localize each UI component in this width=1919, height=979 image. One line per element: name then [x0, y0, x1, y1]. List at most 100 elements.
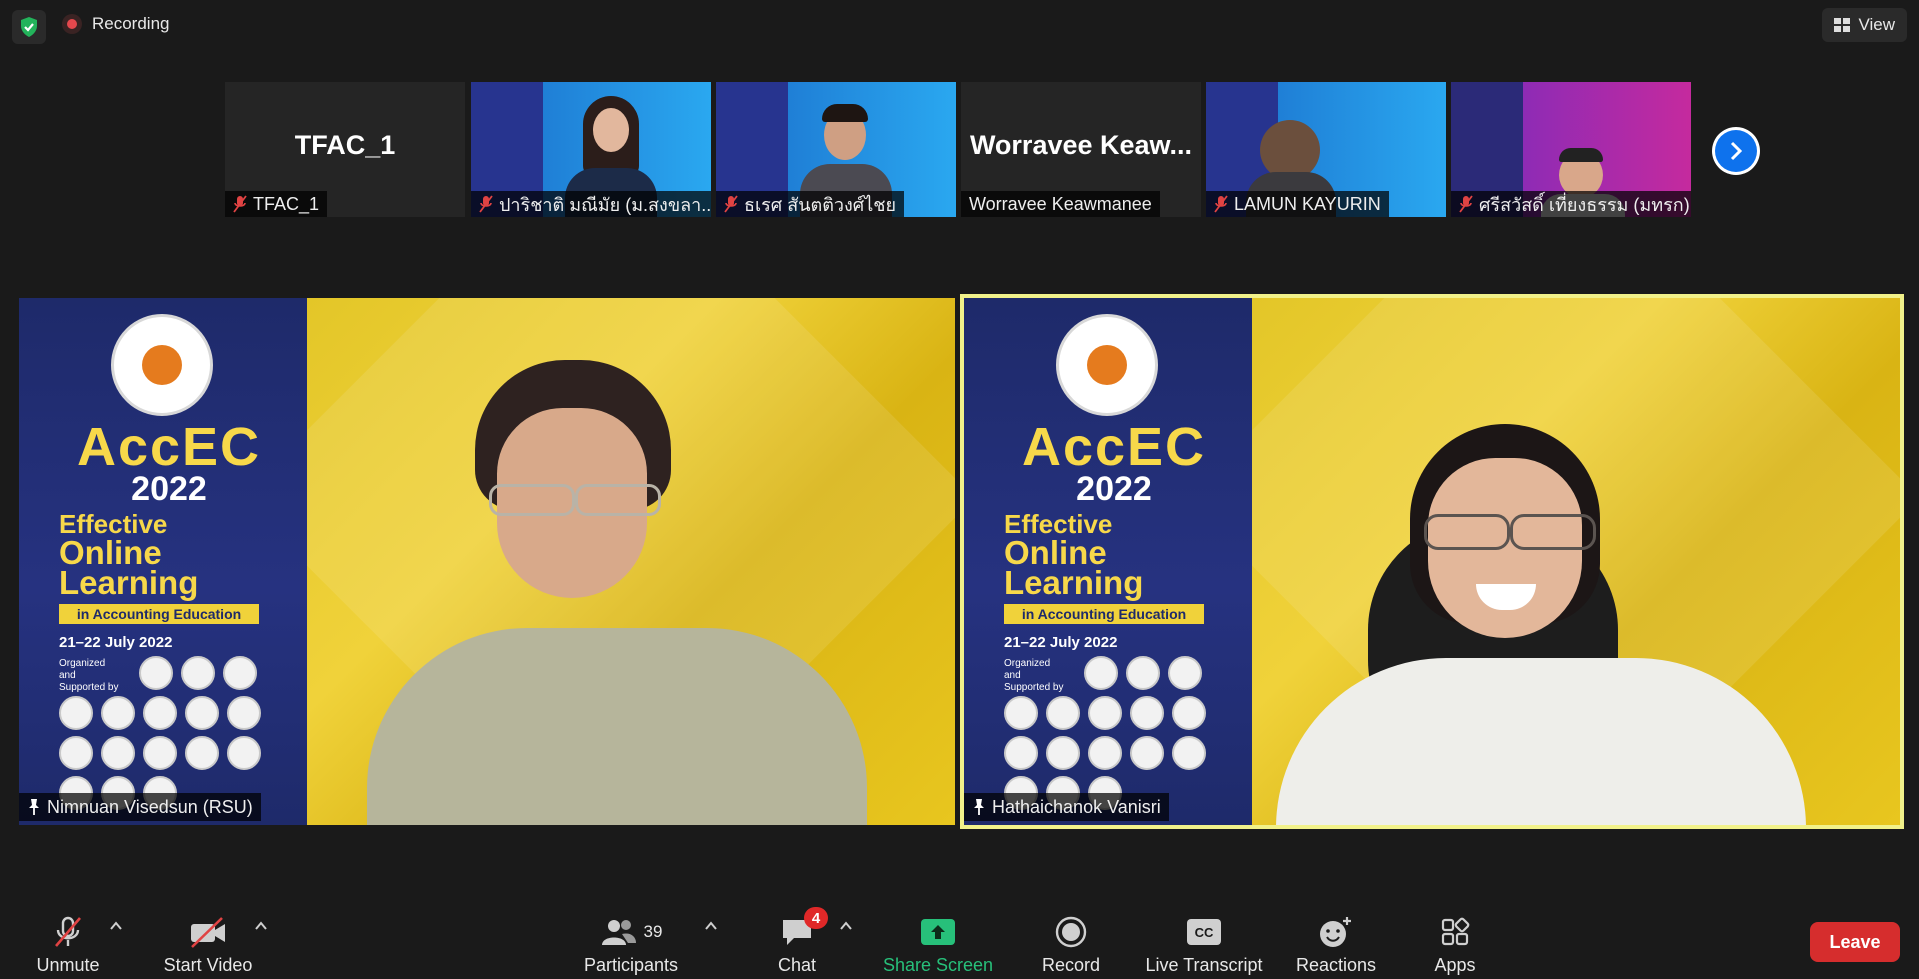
event-poster: AccEC 2022 Effective Online Learning in …: [964, 298, 1252, 825]
participant-face: [593, 108, 629, 152]
record-label: Record: [1041, 955, 1101, 975]
chat-unread-badge: 4: [804, 907, 828, 929]
video-tile-active-speaker[interactable]: AccEC 2022 Effective Online Learning in …: [960, 294, 1904, 829]
poster-year: 2022: [131, 470, 207, 508]
share-screen-label: Share Screen: [882, 955, 994, 975]
speaker-glasses: [1424, 514, 1510, 550]
poster-date: 21–22 July 2022: [1004, 634, 1118, 651]
event-poster: AccEC 2022 Effective Online Learning in …: [19, 298, 307, 825]
closed-caption-icon: CC: [1187, 919, 1221, 945]
apps-button[interactable]: Apps: [1432, 915, 1478, 976]
speaker-name-bar: Nimnuan Visedsun (RSU): [19, 793, 261, 821]
participant-name: ธเรศ สันตติวงศ์ไชย: [744, 194, 897, 215]
video-off-icon: [191, 917, 225, 948]
speaker-glasses: [1510, 514, 1596, 550]
participant-thumbnail[interactable]: ศรีสวัสดิ์ เที่ยงธรรม (มทรก): [1451, 82, 1691, 217]
view-label: View: [1858, 15, 1895, 34]
university-logo-icon: [1056, 314, 1158, 416]
chevron-right-icon: [1730, 141, 1743, 161]
start-video-label: Start Video: [163, 955, 253, 975]
mic-muted-icon: [55, 916, 81, 947]
mic-muted-icon: [1214, 195, 1228, 213]
unmute-label: Unmute: [36, 955, 100, 975]
record-icon: [1055, 916, 1087, 948]
participant-big-name: TFAC_1: [294, 130, 396, 160]
participant-name-bar: Worravee Keawmanee: [961, 191, 1160, 217]
security-shield-button[interactable]: [12, 10, 46, 44]
participant-name-bar: TFAC_1: [225, 191, 328, 217]
participants-icon: [601, 920, 636, 945]
reactions-button[interactable]: Reactions: [1294, 915, 1378, 976]
participant-big-name: Worravee Keaw...: [969, 130, 1193, 160]
audio-options-caret-icon[interactable]: [107, 917, 125, 935]
mic-muted-icon: [479, 195, 493, 213]
record-button[interactable]: Record: [1040, 915, 1102, 976]
poster-line3: Learning: [1004, 564, 1144, 601]
poster-title: AccEC: [1021, 417, 1207, 477]
view-button[interactable]: View: [1822, 8, 1907, 42]
participants-options-caret-icon[interactable]: [702, 917, 720, 935]
grid-view-icon: [1834, 18, 1851, 32]
poster-date: 21–22 July 2022: [59, 634, 173, 651]
participant-thumbnail[interactable]: TFAC_1 TFAC_1: [225, 82, 465, 217]
participant-name-bar: ปาริชาติ มณีมัย (ม.สงขลา...: [471, 191, 711, 217]
participant-thumbnail[interactable]: ธเรศ สันตติวงศ์ไชย: [716, 82, 956, 217]
apps-icon: [1441, 917, 1470, 946]
participant-name: ปาริชาติ มณีมัย (ม.สงขลา...: [499, 194, 711, 215]
participant-face: [1260, 120, 1320, 180]
poster-title: AccEC: [76, 417, 262, 477]
participants-button[interactable]: 39 Participants: [580, 915, 682, 976]
apps-label: Apps: [1434, 955, 1476, 975]
participant-thumbnail[interactable]: ปาริชาติ มณีมัย (ม.สงขลา...: [471, 82, 711, 217]
smiley-add-icon: [1320, 917, 1351, 947]
participant-name-bar: ธเรศ สันตติวงศ์ไชย: [716, 191, 905, 217]
leave-label: Leave: [1829, 931, 1881, 952]
next-page-button[interactable]: [1712, 127, 1760, 175]
poster-line3: Learning: [59, 564, 199, 601]
participant-name-bar: LAMUN KAYURIN: [1206, 191, 1389, 217]
participants-label: Participants: [583, 955, 679, 975]
participant-name: TFAC_1: [253, 193, 320, 214]
participant-thumbnail[interactable]: LAMUN KAYURIN: [1206, 82, 1446, 217]
participant-thumbnail[interactable]: Worravee Keaw... Worravee Keawmanee: [961, 82, 1201, 217]
speaker-glasses: [575, 484, 661, 516]
poster-organized: Organized and Supported by: [59, 658, 119, 693]
speaker-name: Hathaichanok Vanisri: [992, 796, 1161, 817]
poster-banner: in Accounting Education: [1004, 604, 1204, 624]
participant-hair: [1559, 148, 1603, 162]
video-tile-speaker-1[interactable]: AccEC 2022 Effective Online Learning in …: [19, 298, 955, 825]
mic-muted-icon: [724, 195, 738, 213]
poster-banner: in Accounting Education: [59, 604, 259, 624]
participant-name: ศรีสวัสดิ์ เที่ยงธรรม (มทรก): [1479, 194, 1690, 215]
video-options-caret-icon[interactable]: [252, 917, 270, 935]
pin-icon: [29, 799, 39, 815]
leave-button[interactable]: Leave: [1810, 922, 1900, 962]
chat-button[interactable]: 4 Chat: [772, 907, 828, 976]
unmute-button[interactable]: Unmute: [32, 915, 104, 976]
poster-organized: Organized and Supported by: [1004, 658, 1064, 693]
speaker-body: [367, 628, 867, 825]
speaker-name-bar: Hathaichanok Vanisri: [964, 793, 1169, 821]
shield-check-icon: [21, 17, 37, 37]
mic-muted-icon: [1459, 195, 1473, 213]
speaker-glasses: [489, 484, 575, 516]
share-screen-button[interactable]: Share Screen: [882, 915, 994, 976]
pin-icon: [974, 799, 984, 815]
cc-text: CC: [1194, 924, 1214, 940]
university-logo-icon: [111, 314, 213, 416]
live-transcript-button[interactable]: CC Live Transcript: [1142, 915, 1266, 976]
start-video-button[interactable]: Start Video: [158, 915, 258, 976]
participant-hair: [822, 104, 868, 122]
reactions-label: Reactions: [1295, 955, 1377, 975]
recording-dot-icon: [62, 14, 82, 34]
share-screen-icon: [921, 919, 955, 945]
participant-name: Worravee Keawmanee: [969, 193, 1152, 214]
participants-count: 39: [643, 922, 663, 941]
poster-year: 2022: [1076, 470, 1152, 508]
live-transcript-label: Live Transcript: [1145, 955, 1263, 975]
chat-label: Chat: [777, 955, 817, 975]
recording-indicator[interactable]: Recording: [62, 14, 170, 34]
recording-label: Recording: [92, 14, 170, 33]
chat-options-caret-icon[interactable]: [837, 917, 855, 935]
speaker-name: Nimnuan Visedsun (RSU): [47, 796, 253, 817]
